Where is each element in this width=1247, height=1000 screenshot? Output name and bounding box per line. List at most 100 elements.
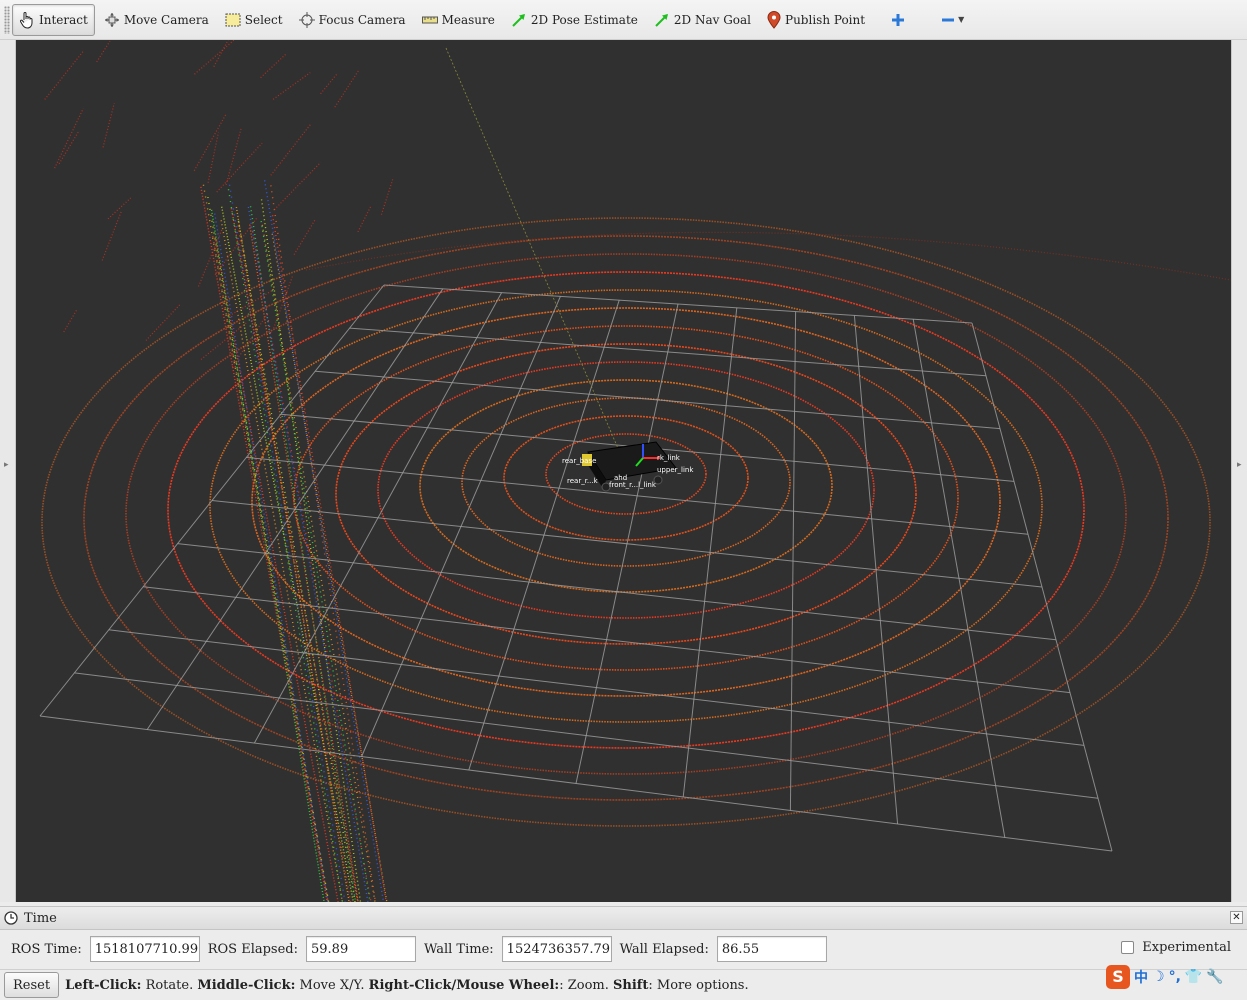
scan-streak xyxy=(63,308,78,333)
chevron-down-icon: ▼ xyxy=(958,15,965,24)
tf-frame-label: ahd xyxy=(614,474,627,482)
select-rectangle-icon xyxy=(225,13,241,26)
ros-time-label: ROS Time: xyxy=(11,941,82,957)
reset-button[interactable]: Reset xyxy=(4,972,60,998)
wall-point-streak xyxy=(260,199,362,902)
chinese-mode-icon[interactable]: 中 xyxy=(1134,967,1148,987)
status-bar: Reset Left-Click: Rotate. Middle-Click: … xyxy=(0,969,1247,1000)
scan-ring xyxy=(41,217,1211,827)
experimental-label: Experimental xyxy=(1142,940,1231,955)
select-label: Select xyxy=(244,12,283,27)
minus-icon xyxy=(942,18,955,21)
toolbar-grip[interactable] xyxy=(4,5,10,34)
wall-elapsed-field[interactable]: 86.55 xyxy=(716,936,827,962)
focus-camera-label: Focus Camera xyxy=(318,12,406,27)
hint-right-click: Right-Click/Mouse Wheel: xyxy=(368,977,560,993)
scan-streak xyxy=(293,219,316,255)
ros-time-field[interactable]: 1518107710.99 xyxy=(89,936,200,962)
scan-streak xyxy=(270,123,312,176)
tf-frame-label: rear_r...k xyxy=(567,477,599,485)
hint-left-click: Left-Click: xyxy=(65,977,142,993)
ruler-icon xyxy=(421,16,438,23)
grid-line xyxy=(853,315,899,825)
select-tool-button[interactable]: Select xyxy=(218,4,290,36)
scan-streak xyxy=(101,210,123,261)
skin-shirt-icon[interactable]: 👕 xyxy=(1185,969,1202,985)
scan-streak xyxy=(107,197,132,220)
plus-icon xyxy=(892,13,905,26)
measure-tool-button[interactable]: Measure xyxy=(415,4,502,36)
interact-tool-button[interactable]: Interact xyxy=(12,3,95,36)
scan-streak xyxy=(54,108,84,169)
ros-elapsed-label: ROS Elapsed: xyxy=(207,941,298,957)
right-dock-handle[interactable]: ▸ xyxy=(1231,40,1247,902)
wrench-icon[interactable]: 🔧 xyxy=(1206,969,1223,985)
publish-point-tool-button[interactable]: Publish Point xyxy=(760,4,872,36)
time-panel-row: ROS Time: 1518107710.99 ROS Elapsed: 59.… xyxy=(0,931,1247,967)
scan-streak xyxy=(272,72,311,100)
wall-point-streak xyxy=(252,231,372,902)
scan-streak xyxy=(334,70,360,108)
wall-point-streak xyxy=(214,237,339,902)
expand-left-icon: ▸ xyxy=(4,460,9,470)
remove-tool-dropdown[interactable]: ▼ xyxy=(932,4,973,36)
wall-point-streak xyxy=(220,220,344,902)
navigation-hint: Left-Click: Rotate. Middle-Click: Move X… xyxy=(65,978,749,993)
measure-label: Measure xyxy=(441,12,495,27)
hint-more: : More options. xyxy=(648,977,749,993)
3d-scene[interactable]: rear_base rk_link upper_link rear_r...k … xyxy=(16,40,1231,902)
wall-point-streak xyxy=(271,233,388,902)
hint-rotate: Rotate. xyxy=(141,977,198,993)
tf-frame-label: upper_link xyxy=(657,466,694,474)
scan-streak xyxy=(44,51,84,100)
sogou-logo-icon[interactable]: S xyxy=(1106,965,1130,989)
map-pin-icon xyxy=(767,10,781,29)
scan-ring xyxy=(335,343,917,645)
punctuation-icon[interactable]: °, xyxy=(1169,969,1181,985)
focus-camera-tool-button[interactable]: Focus Camera xyxy=(292,4,413,36)
grid-line xyxy=(143,586,1071,694)
move-camera-tool-button[interactable]: Move Camera xyxy=(97,4,216,36)
grid-line xyxy=(682,307,738,798)
scan-arc xyxy=(305,231,1231,281)
2d-nav-goal-tool-button[interactable]: 2D Nav Goal xyxy=(647,4,758,36)
wall-point-streak xyxy=(230,208,359,902)
scan-streak xyxy=(380,178,394,215)
close-panel-button[interactable]: ✕ xyxy=(1230,911,1243,924)
green-arrow-icon xyxy=(655,13,668,27)
input-method-toolbar[interactable]: S 中 ☽ °, 👕 🔧 xyxy=(1106,964,1224,990)
2d-pose-estimate-tool-button[interactable]: 2D Pose Estimate xyxy=(504,4,645,36)
robot-model[interactable]: rear_base rk_link upper_link rear_r...k … xyxy=(562,441,694,492)
wall-elapsed-label: Wall Elapsed: xyxy=(619,941,709,957)
grid-line xyxy=(74,672,1099,799)
scan-ring xyxy=(251,307,1001,697)
green-arrow-icon xyxy=(512,13,525,27)
wall-point-streak xyxy=(228,184,346,902)
tf-link-line xyxy=(445,47,624,461)
wall-time-field[interactable]: 1524736357.79 xyxy=(501,936,612,962)
grid-line xyxy=(575,303,679,784)
tf-frame-label: rk_link xyxy=(657,454,681,462)
experimental-toggle[interactable]: Experimental xyxy=(1121,940,1231,955)
2d-pose-estimate-label: 2D Pose Estimate xyxy=(530,12,638,27)
hint-middle-click: Middle-Click: xyxy=(197,977,296,993)
scan-streak xyxy=(145,304,181,341)
2d-nav-goal-label: 2D Nav Goal xyxy=(673,12,751,27)
experimental-checkbox[interactable] xyxy=(1121,941,1135,954)
scan-streak xyxy=(194,40,235,75)
scan-streak xyxy=(225,128,242,186)
3d-render-viewport[interactable]: rear_base rk_link upper_link rear_r...k … xyxy=(16,40,1231,902)
add-tool-button[interactable] xyxy=(882,4,914,36)
grid-line xyxy=(39,715,1113,852)
scan-streak xyxy=(193,114,227,171)
move-camera-icon xyxy=(104,12,119,27)
ros-elapsed-field[interactable]: 59.89 xyxy=(306,936,416,962)
tf-frame-label: rear_base xyxy=(562,457,596,465)
scan-streak xyxy=(213,40,229,67)
moon-icon[interactable]: ☽ xyxy=(1152,969,1165,985)
left-dock-handle[interactable]: ▸ xyxy=(0,40,16,902)
hint-shift: Shift xyxy=(613,977,649,993)
scan-ring xyxy=(377,361,875,619)
scan-streak xyxy=(96,40,111,63)
ground-grid xyxy=(39,284,1113,852)
